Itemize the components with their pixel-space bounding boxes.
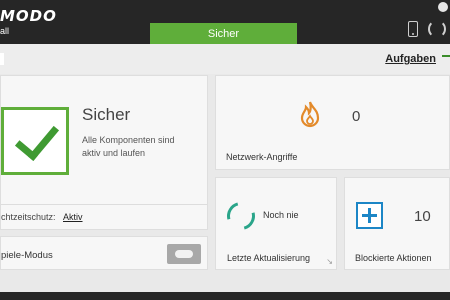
last-update-status: Noch nie bbox=[263, 210, 299, 220]
blocked-actions-panel[interactable]: 10 Blockierte Aktionen bbox=[344, 177, 450, 270]
corner-arrow-icon: ↘ bbox=[326, 257, 333, 266]
status-check-box bbox=[1, 107, 69, 175]
status-description: Alle Komponenten sind aktiv und laufen bbox=[82, 135, 175, 158]
game-mode-toggle[interactable] bbox=[167, 244, 201, 264]
plus-icon bbox=[356, 202, 383, 229]
divider bbox=[1, 204, 207, 205]
network-attacks-label: Netzwerk-Angriffe bbox=[226, 152, 298, 162]
phone-icon[interactable] bbox=[408, 21, 418, 37]
aufgaben-link[interactable]: Aufgaben bbox=[385, 53, 436, 65]
window-control-icon[interactable] bbox=[438, 2, 448, 12]
last-update-label: Letzte Aktualisierung bbox=[227, 253, 311, 263]
refresh-icon bbox=[221, 196, 261, 236]
fire-icon bbox=[300, 101, 320, 128]
brand-subtitle: all bbox=[0, 26, 10, 36]
sync-icon[interactable] bbox=[428, 20, 446, 38]
last-update-panel[interactable]: Noch nie Letzte Aktualisierung ↘ bbox=[215, 177, 337, 270]
arrow-icon[interactable] bbox=[442, 55, 450, 61]
blocked-actions-label: Blockierte Aktionen bbox=[355, 253, 432, 263]
brand-logo: MODO bbox=[0, 7, 57, 25]
tab-sicher[interactable]: Sicher bbox=[150, 23, 297, 44]
sub-toolbar: Aufgaben bbox=[0, 44, 450, 74]
network-attacks-panel[interactable]: 0 Netzwerk-Angriffe bbox=[215, 75, 450, 170]
game-mode-panel: piele-Modus bbox=[0, 236, 208, 270]
left-tab-edge[interactable] bbox=[0, 53, 4, 65]
status-panel: Sicher Alle Komponenten sind aktiv und l… bbox=[0, 75, 208, 230]
realtime-protection-link[interactable]: Aktiv bbox=[63, 212, 83, 222]
check-icon bbox=[14, 114, 60, 162]
network-attacks-count: 0 bbox=[352, 108, 361, 125]
blocked-actions-count: 10 bbox=[414, 208, 431, 225]
header-icons bbox=[408, 20, 450, 38]
game-mode-label: piele-Modus bbox=[1, 250, 53, 261]
bottom-bar bbox=[0, 292, 450, 300]
status-title: Sicher bbox=[82, 105, 131, 124]
realtime-protection-label: chtzeitschutz: bbox=[1, 212, 56, 222]
app-header: MODO all Sicher bbox=[0, 0, 450, 44]
gamepad-icon bbox=[175, 250, 193, 258]
